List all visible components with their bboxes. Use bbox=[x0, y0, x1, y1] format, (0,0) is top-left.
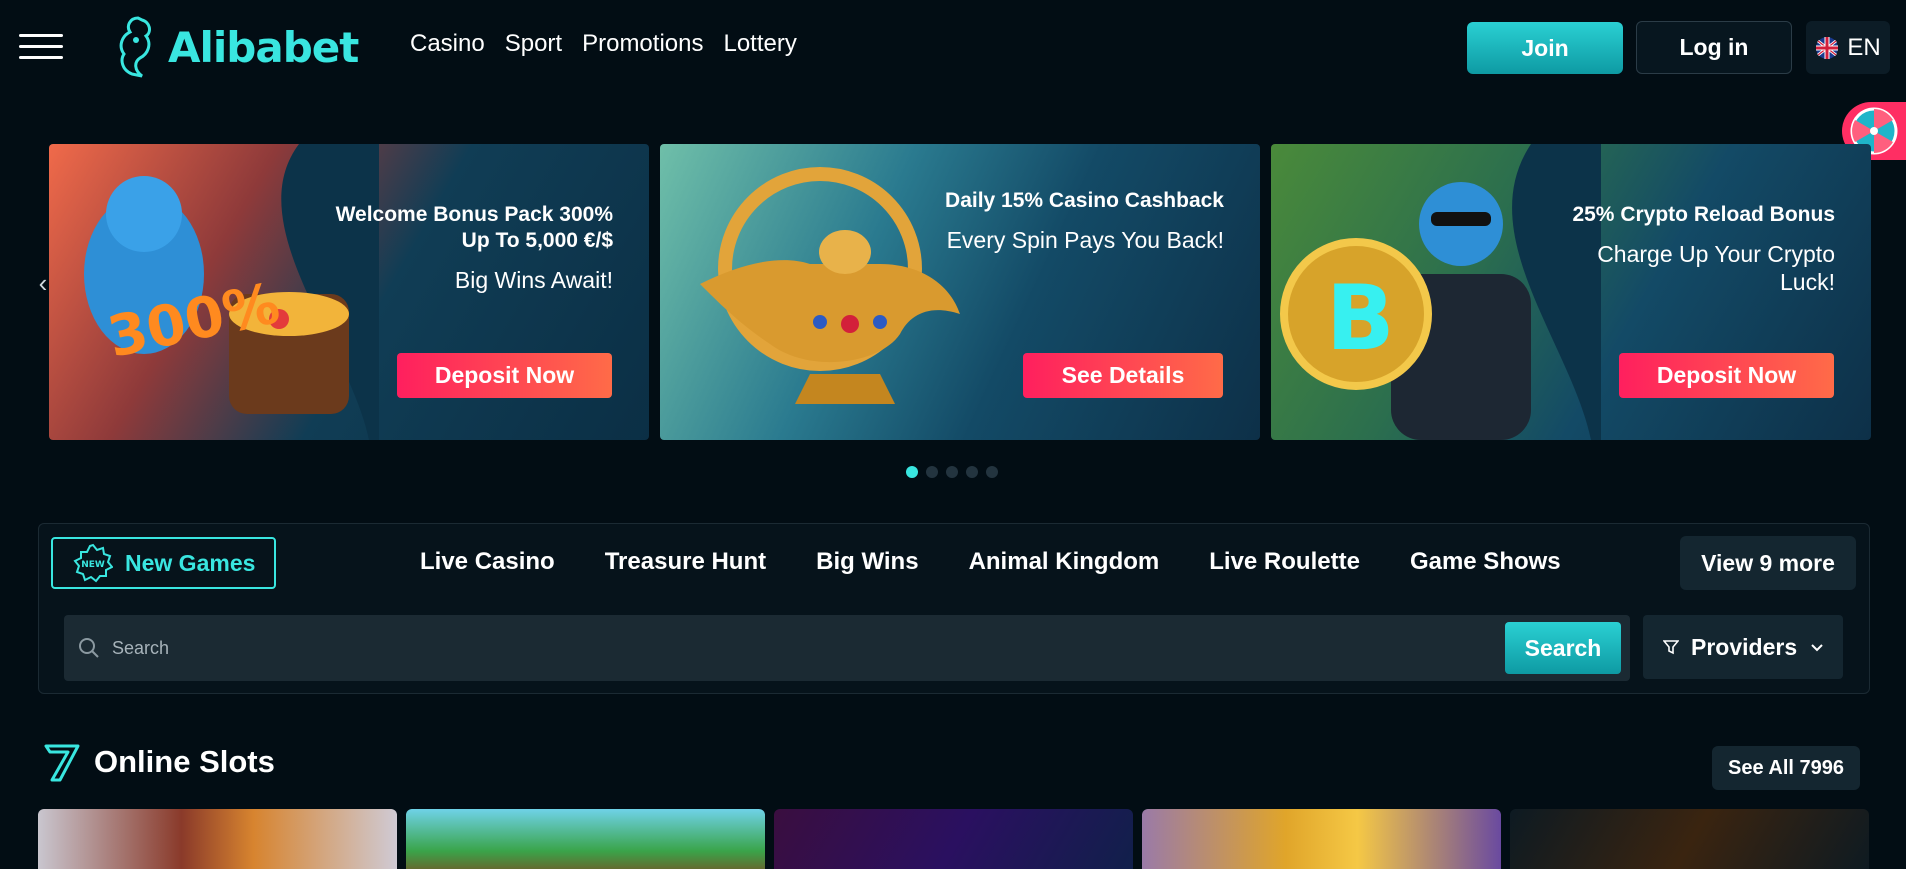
banner-subtitle: Every Spin Pays You Back! bbox=[946, 227, 1224, 253]
slot-tile[interactable] bbox=[406, 809, 765, 869]
uk-flag-icon bbox=[1816, 36, 1839, 59]
banner-subtitle: Charge Up Your Crypto Luck! bbox=[1597, 241, 1835, 295]
online-slots-title: Online Slots bbox=[94, 744, 275, 779]
svg-text:B: B bbox=[1326, 266, 1395, 371]
search-bar: Search bbox=[64, 615, 1630, 681]
banner-copy: 25% Crypto Reload Bonus Charge Up Your C… bbox=[1545, 202, 1835, 296]
slot-tiles bbox=[38, 809, 1869, 869]
carousel-dot[interactable] bbox=[946, 466, 958, 478]
banner-title: Welcome Bonus Pack 300% Up To 5,000 €/$ bbox=[335, 203, 613, 252]
carousel-dots bbox=[906, 466, 998, 478]
tab-live-casino[interactable]: Live Casino bbox=[420, 548, 555, 576]
providers-label: Providers bbox=[1691, 633, 1798, 660]
category-tabs: Live Casino Treasure Hunt Big Wins Anima… bbox=[420, 548, 1561, 576]
main-nav: Casino Sport Promotions Lottery bbox=[410, 30, 797, 58]
tab-big-wins[interactable]: Big Wins bbox=[816, 548, 918, 576]
search-input[interactable] bbox=[112, 615, 1462, 681]
online-slots-header: Online Slots bbox=[42, 742, 275, 782]
promo-carousel: 300% Welcome Bonus Pack 300% Up To 5,000… bbox=[49, 144, 1871, 440]
nav-casino[interactable]: Casino bbox=[410, 30, 485, 58]
slot-tile[interactable] bbox=[38, 809, 397, 869]
tab-treasure-hunt[interactable]: Treasure Hunt bbox=[605, 548, 766, 576]
nav-promotions[interactable]: Promotions bbox=[582, 30, 703, 58]
view-more-button[interactable]: View 9 more bbox=[1680, 536, 1856, 590]
tab-new-games-label: New Games bbox=[125, 549, 256, 576]
search-button[interactable]: Search bbox=[1505, 622, 1621, 674]
promo-banner-cashback[interactable]: Daily 15% Casino Cashback Every Spin Pay… bbox=[660, 144, 1260, 440]
deposit-now-button[interactable]: Deposit Now bbox=[397, 353, 612, 398]
promo-banner-welcome[interactable]: 300% Welcome Bonus Pack 300% Up To 5,000… bbox=[49, 144, 649, 440]
menu-icon[interactable] bbox=[19, 34, 63, 60]
carousel-dot[interactable] bbox=[986, 466, 998, 478]
join-button[interactable]: Join bbox=[1467, 22, 1623, 74]
slot-tile[interactable] bbox=[774, 809, 1133, 869]
nav-lottery[interactable]: Lottery bbox=[723, 30, 796, 58]
providers-dropdown[interactable]: Providers bbox=[1643, 615, 1843, 679]
promo-banner-crypto[interactable]: B 25% Crypto Reload Bonus Charge Up Your… bbox=[1271, 144, 1871, 440]
nav-sport[interactable]: Sport bbox=[505, 30, 562, 58]
language-label: EN bbox=[1847, 33, 1881, 61]
tab-new-games[interactable]: NEW New Games bbox=[51, 537, 276, 589]
game-filter-panel: NEW New Games Live Casino Treasure Hunt … bbox=[38, 523, 1870, 694]
see-details-button[interactable]: See Details bbox=[1023, 353, 1223, 398]
see-all-button[interactable]: See All 7996 bbox=[1712, 746, 1860, 790]
tab-live-roulette[interactable]: Live Roulette bbox=[1209, 548, 1360, 576]
banner-title: 25% Crypto Reload Bonus bbox=[1572, 203, 1835, 226]
banner-subtitle: Big Wins Await! bbox=[454, 267, 613, 293]
chevron-left-icon: ‹ bbox=[38, 268, 48, 298]
tab-animal-kingdom[interactable]: Animal Kingdom bbox=[969, 548, 1160, 576]
logo-text: Alibabet bbox=[168, 22, 359, 72]
genie-logo-icon bbox=[119, 16, 151, 78]
login-button[interactable]: Log in bbox=[1636, 21, 1792, 74]
svg-text:NEW: NEW bbox=[81, 560, 105, 570]
search-icon bbox=[79, 638, 99, 658]
seven-icon bbox=[44, 744, 80, 782]
filter-icon bbox=[1663, 640, 1679, 655]
banner-copy: Daily 15% Casino Cashback Every Spin Pay… bbox=[934, 188, 1224, 254]
slot-tile[interactable] bbox=[1510, 809, 1869, 869]
banner-copy: Welcome Bonus Pack 300% Up To 5,000 €/$ … bbox=[323, 202, 613, 294]
new-badge-icon: NEW bbox=[73, 543, 113, 583]
top-header: Alibabet Casino Sport Promotions Lottery… bbox=[0, 0, 1906, 96]
slot-tile[interactable] bbox=[1142, 809, 1501, 869]
carousel-dot[interactable] bbox=[926, 466, 938, 478]
language-selector[interactable]: EN bbox=[1806, 21, 1890, 74]
carousel-dot[interactable] bbox=[966, 466, 978, 478]
deposit-now-button[interactable]: Deposit Now bbox=[1619, 353, 1834, 398]
chevron-down-icon bbox=[1811, 644, 1823, 652]
carousel-dot[interactable] bbox=[906, 466, 918, 478]
banner-title: Daily 15% Casino Cashback bbox=[945, 189, 1224, 212]
tab-game-shows[interactable]: Game Shows bbox=[1410, 548, 1561, 576]
site-logo[interactable]: Alibabet bbox=[112, 14, 359, 80]
